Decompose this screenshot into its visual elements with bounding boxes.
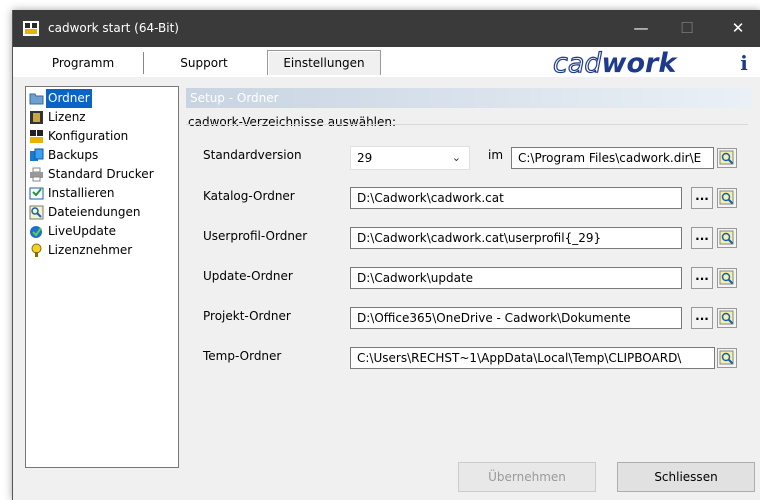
close-button[interactable]: Schliessen	[617, 462, 755, 492]
app-window: cadwork start (64-Bit) — ☐ ✕ Programm Su…	[12, 10, 760, 500]
katalog-ordner-field[interactable]: D:\Cadwork\cadwork.cat	[350, 187, 682, 209]
apply-button[interactable]: Übernehmen	[458, 462, 596, 492]
licensee-icon	[31, 243, 42, 257]
sidebar-item-label: Konfiguration	[48, 129, 129, 143]
configuration-icon	[30, 130, 43, 143]
update-ordner-label: Update-Ordner	[203, 269, 293, 283]
window-title: cadwork start (64-Bit)	[48, 21, 179, 35]
minimize-button[interactable]: —	[618, 10, 664, 47]
update-ordner-open-icon[interactable]	[717, 268, 737, 288]
printer-icon	[30, 167, 43, 182]
sidebar-item-label: Lizenz	[48, 110, 86, 124]
standardversion-select[interactable]: 29 ⌄	[350, 146, 470, 170]
update-ordner-field[interactable]: D:\Cadwork\update	[350, 267, 682, 289]
close-window-button[interactable]: ✕	[715, 10, 760, 47]
standardversion-path-field[interactable]: C:\Program Files\cadwork.dir\E	[511, 147, 714, 169]
license-icon	[30, 111, 43, 124]
sidebar-item-label: LiveUpdate	[48, 224, 116, 238]
standardversion-label: Standardversion	[203, 148, 302, 162]
tab-support[interactable]: Support	[149, 52, 259, 74]
liveupdate-icon	[30, 226, 42, 238]
im-label: im	[488, 148, 504, 162]
temp-ordner-field[interactable]: C:\Users\RECHST~1\AppData\Local\Temp\CLI…	[350, 347, 715, 369]
temp-ordner-label: Temp-Ordner	[203, 349, 282, 363]
file-extensions-icon	[29, 205, 44, 220]
katalog-ordner-label: Katalog-Ordner	[203, 189, 295, 203]
settings-panel: Setup - Ordner cadwork-Verzeichnisse aus…	[186, 88, 752, 468]
sidebar-item-label: Backups	[48, 148, 99, 162]
sidebar-item-label: Standard Drucker	[48, 167, 154, 181]
projekt-ordner-label: Projekt-Ordner	[203, 309, 291, 323]
userprofil-ordner-open-icon[interactable]	[717, 228, 737, 248]
title-bar[interactable]: cadwork start (64-Bit) — ☐ ✕	[13, 10, 760, 47]
sidebar-item-label: Ordner	[46, 89, 92, 108]
tab-programm[interactable]: Programm	[23, 52, 144, 74]
maximize-button[interactable]: ☐	[664, 10, 710, 47]
userprofil-ordner-browse-button[interactable]: ...	[691, 227, 713, 249]
info-icon[interactable]: i	[733, 51, 755, 75]
panel-header: Setup - Ordner	[186, 88, 752, 108]
temp-ordner-open-icon[interactable]	[717, 348, 737, 368]
userprofil-ordner-label: Userprofil-Ordner	[203, 229, 308, 243]
settings-sidebar: Ordner Lizenz Konfiguration Backups Stan…	[25, 86, 179, 468]
browse-search-icon[interactable]	[717, 148, 737, 168]
userprofil-ordner-field[interactable]: D:\Cadwork\cadwork.cat\userprofil{_29}	[350, 227, 682, 249]
tab-einstellungen[interactable]: Einstellungen	[267, 50, 381, 75]
folder-icon	[29, 93, 44, 105]
projekt-ordner-open-icon[interactable]	[717, 308, 737, 328]
chevron-down-icon: ⌄	[451, 151, 461, 164]
projekt-ordner-field[interactable]: D:\Office365\OneDrive - Cadwork\Dokument…	[350, 307, 682, 329]
katalog-ordner-open-icon[interactable]	[717, 188, 737, 208]
standardversion-value: 29	[357, 151, 373, 165]
sidebar-item-label: Lizenznehmer	[48, 243, 133, 257]
install-icon	[29, 187, 44, 200]
cadwork-logo: cadwork	[552, 48, 677, 79]
update-ordner-browse-button[interactable]: ...	[691, 267, 713, 289]
app-icon	[23, 21, 39, 36]
katalog-ordner-browse-button[interactable]: ...	[691, 187, 713, 209]
projekt-ordner-browse-button[interactable]: ...	[691, 307, 713, 329]
sidebar-item-label: Installieren	[48, 186, 115, 200]
sidebar-item-label: Dateiendungen	[48, 205, 141, 219]
backups-icon	[30, 148, 44, 161]
